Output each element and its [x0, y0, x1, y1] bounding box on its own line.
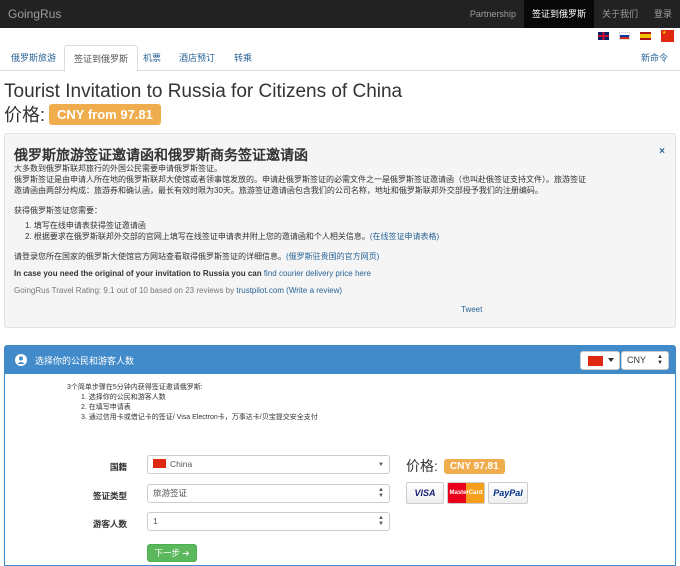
- tab-flights[interactable]: 机票: [134, 45, 170, 71]
- language-switcher: [598, 30, 674, 42]
- country-flag-dropdown[interactable]: [580, 351, 620, 370]
- chinese-flag-icon[interactable]: [661, 30, 674, 42]
- tab-transfer[interactable]: 转乘: [225, 45, 261, 71]
- mastercard-logo-icon: MasterCard: [447, 482, 485, 504]
- currency-value: CNY: [627, 355, 647, 365]
- chinese-flag-icon: [153, 459, 166, 468]
- info-line-1: 大多数到俄罗斯联邦旅行的外国公民需要申请俄罗斯签证。: [14, 164, 222, 173]
- rating-line: GoingRus Travel Rating: 9.1 out of 10 ba…: [14, 285, 342, 296]
- write-review-link[interactable]: (Write a review): [286, 286, 342, 295]
- steps-list: 3个简单步骤在5分钟内获得签证邀请俄罗斯: 1. 选择你的公民和游客人数 2. …: [67, 383, 318, 423]
- step-1: 1. 选择你的公民和游客人数: [81, 394, 166, 401]
- info-line-2: 俄罗斯签证是由申请人所在地的俄罗斯联邦大使馆或者领事馆发放的。申请赴俄罗斯签证的…: [14, 175, 586, 184]
- steps-intro: 3个简单步骤在5分钟内获得签证邀请俄罗斯:: [67, 384, 203, 391]
- info-original: In case you need the original of your in…: [14, 268, 371, 279]
- info-step-2: 2. 根据要求在俄罗斯联邦外交部的官网上填写在线签证申请表并附上您的邀请函和个人…: [25, 231, 439, 242]
- select-arrows-icon: ▲ ▼: [378, 515, 384, 527]
- page-title: Tourist Invitation to Russia for Citizen…: [4, 81, 403, 102]
- panel-price-label: 价格:: [406, 458, 438, 474]
- close-icon[interactable]: ×: [659, 146, 665, 157]
- price-label: 价格:: [4, 105, 46, 125]
- top-nav-menu: Partnership 签证到俄罗斯 关于我们 登录: [462, 0, 680, 28]
- price-badge: CNY from 97.81: [49, 103, 161, 125]
- nav-about-us[interactable]: 关于我们: [594, 0, 646, 28]
- visa-logo-icon: VISA: [406, 482, 444, 504]
- next-step-button[interactable]: 下一步 ➔: [147, 544, 197, 562]
- embassy-link[interactable]: (俄罗斯驻贵国的官方网页): [286, 252, 379, 261]
- panel-price-badge: CNY 97.81: [443, 458, 505, 474]
- visa-type-value: 旅游签证: [153, 488, 188, 498]
- select-arrows-icon: ▲ ▼: [657, 354, 663, 366]
- tab-visa-russia[interactable]: 签证到俄罗斯: [64, 45, 139, 72]
- order-panel: 选择你的公民和游客人数 CNY ▲ ▼ 3个简单步骤在5分钟内获得签证邀请俄罗斯:…: [4, 345, 676, 566]
- country-select[interactable]: China ▼: [147, 455, 390, 474]
- spanish-flag-icon[interactable]: [640, 32, 651, 40]
- info-title: 俄罗斯旅游签证邀请函和俄罗斯商务签证邀请函: [14, 147, 308, 163]
- payment-cards: VISA MasterCard PayPal: [406, 482, 528, 504]
- info-steps: 1. 填写在线申请表获得签证邀请函 2. 根据要求在俄罗斯联邦外交部的官网上填写…: [25, 220, 439, 242]
- courier-price-link[interactable]: find courier delivery price here: [264, 269, 371, 278]
- traveler-count-select[interactable]: 1 ▲ ▼: [147, 512, 390, 531]
- new-order-link[interactable]: 新命令: [641, 45, 668, 71]
- step-2: 2. 在填写申请表: [81, 404, 131, 411]
- embassy-text: 请登录您所在国家的俄罗斯大使馆官方网站查看取得俄罗斯签证的详细信息。: [14, 252, 286, 261]
- chevron-down-icon: ▼: [378, 462, 384, 468]
- paypal-logo-icon: PayPal: [488, 482, 528, 504]
- traveler-count-label: 游客人数: [92, 519, 127, 529]
- tab-hotel-booking[interactable]: 酒店预订: [170, 45, 224, 71]
- country-label: 国籍: [109, 462, 127, 472]
- info-step-1: 1. 填写在线申请表获得签证邀请函: [25, 221, 146, 230]
- step-3: 3. 通过信用卡或借记卡的签证/ Visa Electron卡，万事达卡/贝宝提…: [81, 414, 318, 421]
- info-line-3: 邀请函由两部分构成：旅游券和确认函，最长有效时限为30天。旅游签证邀请函包含我们…: [14, 186, 543, 195]
- info-embassy: 请登录您所在国家的俄罗斯大使馆官方网站查看取得俄罗斯签证的详细信息。(俄罗斯驻贵…: [14, 251, 379, 262]
- tab-russia-travel[interactable]: 俄罗斯旅游: [2, 45, 65, 71]
- select-arrows-icon: ▲ ▼: [378, 487, 384, 499]
- visa-type-label: 签证类型: [92, 491, 127, 501]
- visa-type-select[interactable]: 旅游签证 ▲ ▼: [147, 484, 390, 503]
- info-well: × 俄罗斯旅游签证邀请函和俄罗斯商务签证邀请函 大多数到俄罗斯联邦旅行的外国公民…: [4, 133, 676, 328]
- traveler-count-value: 1: [153, 516, 158, 526]
- caret-down-icon: [608, 358, 614, 362]
- tweet-button[interactable]: Tweet: [461, 305, 482, 314]
- panel-title: 选择你的公民和游客人数: [35, 356, 135, 366]
- nav-partnership[interactable]: Partnership: [462, 0, 524, 28]
- price-line: 价格: CNY from 97.81: [4, 101, 161, 127]
- visa-form-link[interactable]: (在线签证申请表格): [370, 232, 439, 241]
- rating-text: GoingRus Travel Rating: 9.1 out of 10 ba…: [14, 286, 237, 295]
- nav-visa-russia[interactable]: 签证到俄罗斯: [523, 0, 594, 28]
- country-value: China: [170, 459, 193, 469]
- info-howto: 获得俄罗斯签证您需要：: [14, 206, 102, 215]
- trustpilot-link[interactable]: trustpilot.com: [236, 286, 284, 295]
- russian-flag-icon[interactable]: [619, 32, 630, 40]
- user-icon: [15, 354, 27, 366]
- info-step-2-text: 2. 根据要求在俄罗斯联邦外交部的官网上填写在线签证申请表并附上您的邀请函和个人…: [25, 232, 370, 241]
- top-navbar: GoingRus Partnership 签证到俄罗斯 关于我们 登录: [0, 0, 680, 28]
- english-flag-icon[interactable]: [598, 32, 609, 40]
- section-tabs: 俄罗斯旅游 签证到俄罗斯 机票 酒店预订 转乘 新命令: [0, 45, 680, 72]
- panel-price: 价格: CNY 97.81: [406, 456, 505, 476]
- original-text: In case you need the original of your in…: [14, 269, 264, 278]
- chinese-flag-icon: [588, 356, 603, 366]
- currency-select[interactable]: CNY ▲ ▼: [621, 351, 669, 370]
- panel-header: 选择你的公民和游客人数 CNY ▲ ▼: [5, 346, 675, 374]
- nav-login[interactable]: 登录: [646, 0, 680, 28]
- brand-logo[interactable]: GoingRus: [8, 7, 61, 21]
